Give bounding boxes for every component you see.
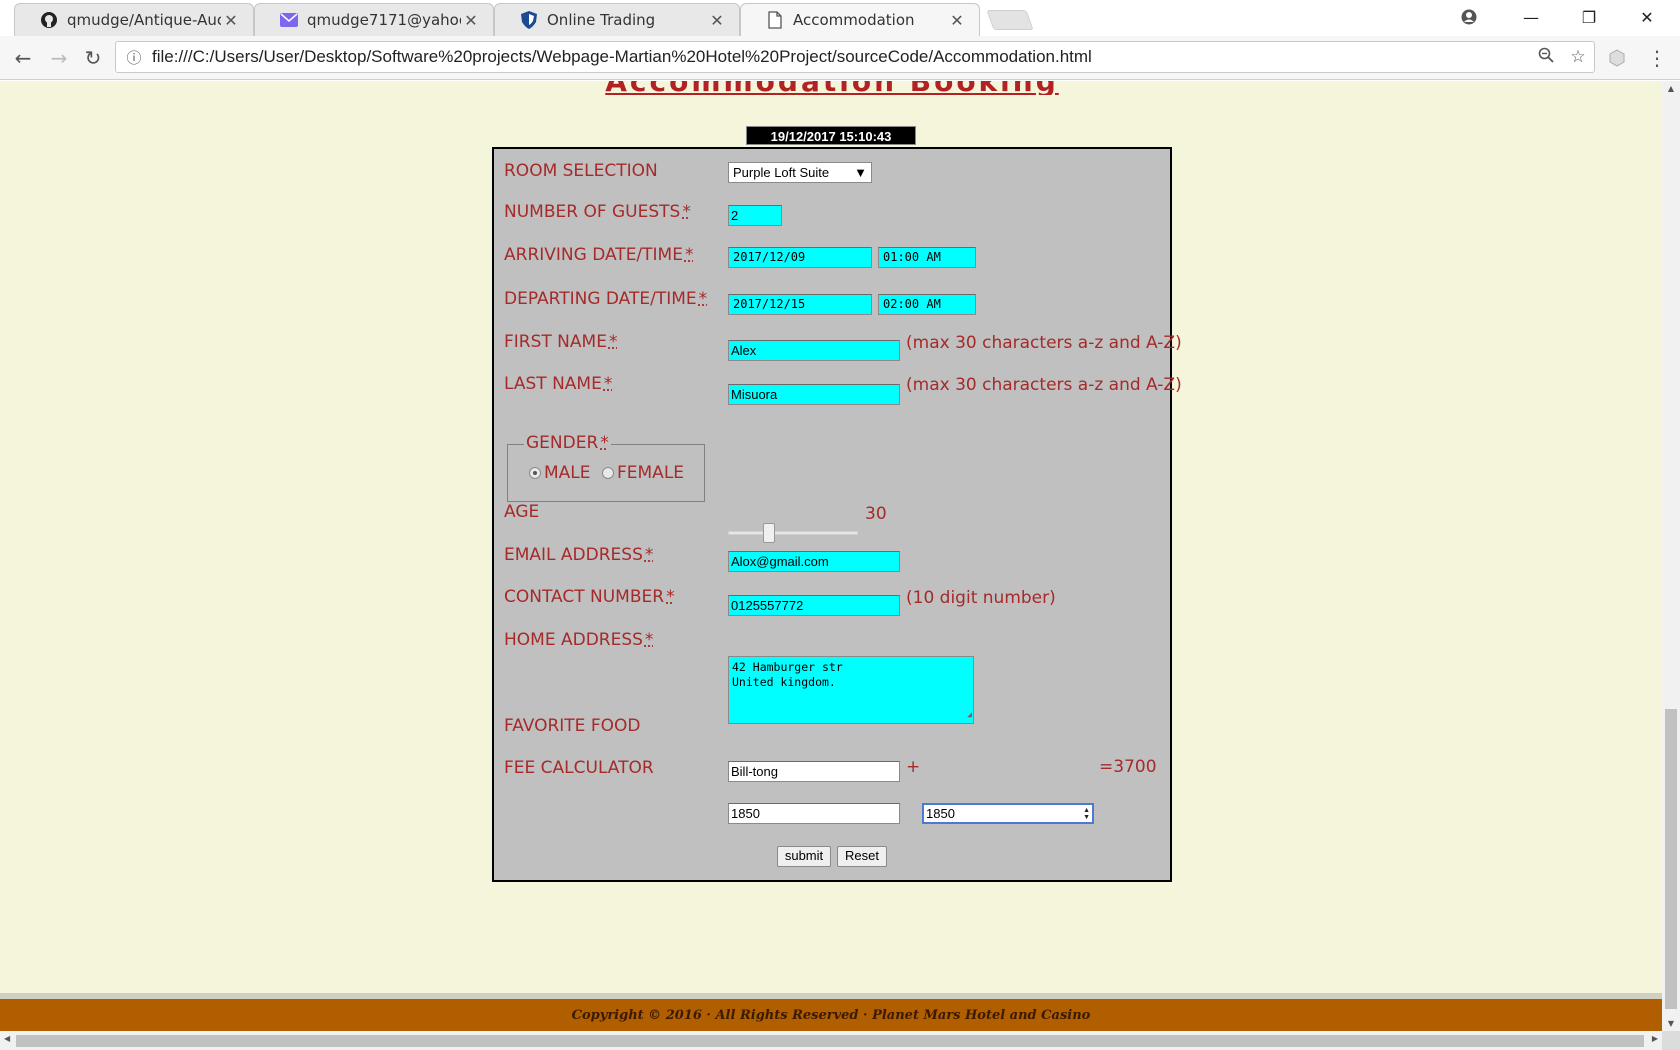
food-input[interactable]: Bill-tong (728, 761, 900, 782)
chevron-down-icon: ▼ (854, 165, 867, 180)
tab-github[interactable]: qmudge/Antique-Auctio ✕ (14, 3, 254, 36)
tab-title: qmudge7171@yahoo.co (307, 11, 461, 29)
contact-label: CONTACT NUMBER * (504, 587, 675, 607)
email-label: EMAIL ADDRESS * (504, 545, 654, 565)
room-select[interactable]: Purple Loft Suite ▼ (728, 162, 872, 183)
last-name-hint: (max 30 characters a-z and A-Z) (906, 375, 1182, 395)
vertical-scrollbar[interactable]: ▲ ▼ (1662, 81, 1680, 1031)
shield-icon (519, 10, 539, 30)
back-icon[interactable]: ← (8, 43, 38, 73)
first-name-input[interactable]: Alex (728, 340, 900, 361)
tab-title: Online Trading (547, 11, 656, 29)
contact-input[interactable]: 0125557772 (728, 595, 900, 616)
departing-time-input[interactable]: 02:00 AM (878, 294, 976, 315)
address-textarea[interactable]: 42 Hamburger str United kingdom. ◢ (728, 656, 974, 724)
guests-label: NUMBER OF GUESTS * (504, 202, 691, 222)
extension-icon[interactable] (1602, 43, 1632, 73)
page-footer: Copyright © 2016 · All Rights Reserved ·… (0, 999, 1662, 1031)
address-text: 42 Hamburger str United kingdom. (732, 660, 843, 689)
info-icon[interactable]: ⓘ (116, 47, 152, 68)
age-slider-thumb[interactable] (763, 523, 776, 543)
fee-input-b-value: 1850 (926, 806, 955, 821)
gender-female-label[interactable]: FEMALE (617, 463, 684, 483)
first-name-hint: (max 30 characters a-z and A-Z) (906, 333, 1182, 353)
zoom-icon[interactable] (1530, 47, 1562, 68)
tab-accommodation[interactable]: Accommodation ✕ (740, 3, 980, 36)
departing-date-input[interactable]: 2017/12/15 (728, 294, 872, 315)
close-icon[interactable]: ✕ (947, 11, 967, 30)
scroll-right-icon[interactable]: ▶ (1652, 1034, 1658, 1043)
contact-hint: (10 digit number) (906, 588, 1056, 608)
scroll-down-icon[interactable]: ▼ (1662, 1019, 1680, 1028)
url-text[interactable]: file:///C:/Users/User/Desktop/Software%2… (152, 47, 1530, 67)
age-slider-track[interactable] (728, 531, 858, 535)
departing-label: DEPARTING DATE/TIME * (504, 289, 708, 309)
vertical-scroll-thumb[interactable] (1665, 709, 1677, 1009)
gender-male-radio[interactable] (529, 467, 541, 479)
new-tab-button[interactable] (986, 10, 1034, 30)
booking-form: ROOM SELECTION Purple Loft Suite ▼ NUMBE… (492, 147, 1182, 882)
menu-icon[interactable]: ⋮ (1642, 43, 1672, 73)
tab-title: Accommodation (793, 11, 915, 29)
gender-fieldset: GENDER * MALE FEMALE (507, 433, 705, 502)
email-input[interactable]: Alox@gmail.com (728, 551, 900, 572)
github-icon (39, 10, 59, 30)
close-icon[interactable]: ✕ (461, 11, 481, 30)
spinner-icon[interactable]: ▲ ▼ (1083, 807, 1090, 821)
fee-plus-sign: + (906, 757, 921, 777)
last-name-input[interactable]: Misuora (728, 384, 900, 405)
scroll-left-icon[interactable]: ◀ (4, 1034, 10, 1043)
address-bar[interactable]: ⓘ file:///C:/Users/User/Desktop/Software… (115, 41, 1595, 73)
close-icon[interactable]: ✕ (221, 11, 241, 30)
arriving-label: ARRIVING DATE/TIME * (504, 245, 694, 265)
age-value: 30 (865, 504, 887, 524)
page-title: Accommodation Booking Form (573, 81, 1091, 95)
tab-online-trading[interactable]: Online Trading ✕ (494, 3, 740, 36)
reload-icon[interactable]: ↻ (78, 43, 108, 73)
arriving-time-input[interactable]: 01:00 AM (878, 247, 976, 268)
scroll-up-icon[interactable]: ▲ (1662, 84, 1680, 93)
profile-icon[interactable] (1440, 0, 1498, 34)
fee-result: =3700 (1099, 757, 1157, 777)
mail-icon (279, 10, 299, 30)
clock-display: 19/12/2017 15:10:43 (746, 126, 916, 145)
room-selection-label: ROOM SELECTION (504, 161, 658, 181)
gender-male-label[interactable]: MALE (544, 463, 591, 483)
page-icon (765, 10, 785, 30)
fee-input-a[interactable]: 1850 (728, 803, 900, 824)
resize-handle-icon[interactable]: ◢ (967, 707, 972, 722)
food-label: FAVORITE FOOD (504, 716, 641, 736)
reset-button[interactable]: Reset (837, 846, 887, 867)
minimize-button[interactable]: — (1502, 0, 1560, 34)
arriving-date-input[interactable]: 2017/12/09 (728, 247, 872, 268)
scrollbar-corner (1662, 1031, 1680, 1050)
room-select-value: Purple Loft Suite (733, 165, 830, 180)
tab-strip: qmudge/Antique-Auctio ✕ qmudge7171@yahoo… (0, 0, 1680, 36)
gender-legend: GENDER * (524, 433, 611, 453)
bookmark-star-icon[interactable]: ☆ (1562, 47, 1594, 67)
gender-female-radio[interactable] (602, 467, 614, 479)
address-label: HOME ADDRESS * (504, 630, 654, 650)
restore-button[interactable]: ❐ (1560, 0, 1618, 34)
first-name-label: FIRST NAME * (504, 332, 618, 352)
guests-input[interactable]: 2 (728, 205, 782, 226)
page-viewport: Accommodation Booking Form 19/12/2017 15… (0, 81, 1662, 1031)
horizontal-scroll-thumb[interactable] (16, 1035, 1644, 1047)
browser-toolbar: ← → ↻ ⓘ file:///C:/Users/User/Desktop/So… (0, 36, 1680, 80)
tab-mail[interactable]: qmudge7171@yahoo.co ✕ (254, 3, 494, 36)
fee-label: FEE CALCULATOR (504, 758, 654, 778)
last-name-label: LAST NAME * (504, 374, 613, 394)
tab-title: qmudge/Antique-Auctio (67, 11, 221, 29)
close-window-button[interactable]: ✕ (1618, 0, 1676, 34)
close-icon[interactable]: ✕ (707, 11, 727, 30)
forward-icon[interactable]: → (44, 43, 74, 73)
age-label: AGE (504, 502, 540, 522)
horizontal-scrollbar[interactable]: ◀ ▶ (0, 1031, 1662, 1050)
fee-input-b[interactable]: 1850 ▲ ▼ (922, 803, 1094, 824)
submit-button[interactable]: submit (777, 846, 831, 867)
